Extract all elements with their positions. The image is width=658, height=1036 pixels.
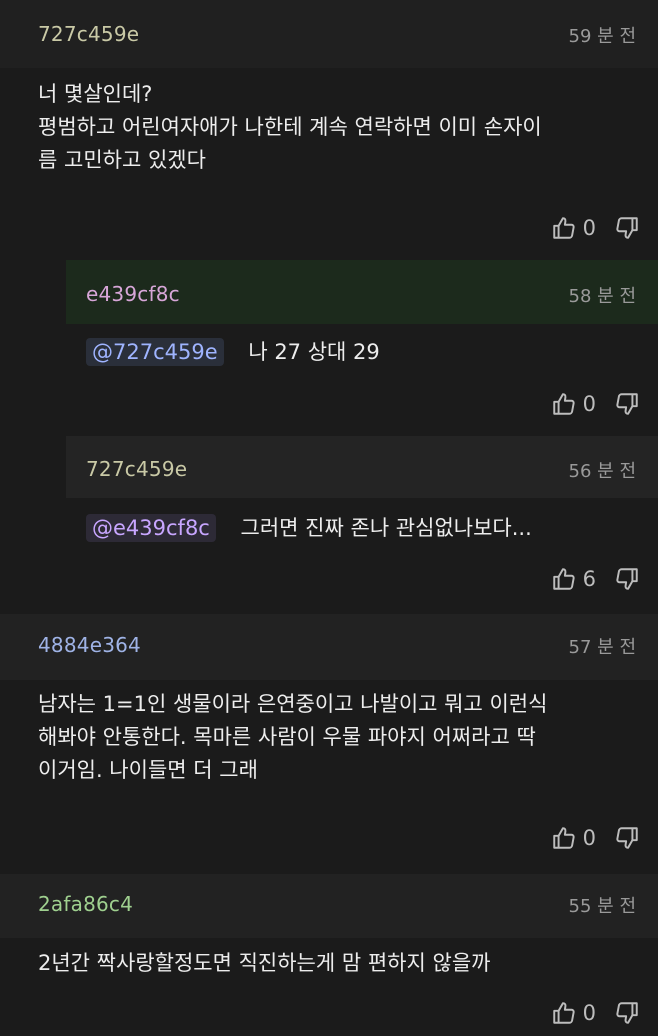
thumbs-up-icon [551, 566, 577, 592]
comment-time: 59 분 전 [568, 26, 636, 47]
thumbs-up-icon [551, 391, 577, 417]
comment-body: @e439cf8c 그러면 진짜 존나 관심없나보다... [86, 512, 634, 545]
thumbs-up-icon [551, 825, 577, 851]
thumbs-down-icon [614, 825, 640, 851]
comment-author[interactable]: 727c459e [38, 22, 139, 46]
like-button[interactable]: 0 [551, 215, 596, 241]
comment-line: 남자는 1=1인 생물이라 은연중이고 나발이고 뭐고 이런식 [38, 692, 548, 716]
comment-body: 너 몇살인데? 평범하고 어린여자애가 나한테 계속 연락하면 이미 손자이 름… [38, 78, 634, 177]
vote-controls: 0 [551, 823, 640, 853]
thumbs-down-icon [614, 566, 640, 592]
comment-line: 너 몇살인데? [38, 82, 153, 106]
dislike-button[interactable] [614, 1000, 640, 1026]
comment-text: 그러면 진짜 존나 관심없나보다... [240, 516, 532, 540]
thumbs-down-icon [614, 215, 640, 241]
comment-time: 58 분 전 [568, 286, 636, 307]
comment-text: 나 27 상대 29 [248, 340, 380, 364]
like-button[interactable]: 6 [551, 566, 596, 592]
comment-time: 57 분 전 [568, 637, 636, 658]
like-count: 0 [582, 392, 596, 416]
vote-controls: 0 [551, 389, 640, 419]
thumbs-down-icon [614, 1000, 640, 1026]
mention-tag[interactable]: @727c459e [86, 338, 224, 366]
comment-author[interactable]: 2afa86c4 [38, 892, 133, 916]
comment-line: 2년간 짝사랑할정도면 직진하는게 맘 편하지 않을까 [38, 951, 491, 975]
comment-author[interactable]: e439cf8c [86, 282, 180, 306]
like-button[interactable]: 0 [551, 391, 596, 417]
vote-controls: 0 [551, 213, 640, 243]
like-button[interactable]: 0 [551, 825, 596, 851]
mention-tag[interactable]: @e439cf8c [86, 514, 216, 542]
like-count: 0 [582, 1001, 596, 1025]
comment-time: 56 분 전 [568, 461, 636, 482]
thumbs-up-icon [551, 1000, 577, 1026]
vote-controls: 6 [551, 564, 640, 594]
dislike-button[interactable] [614, 215, 640, 241]
like-count: 0 [582, 826, 596, 850]
like-count: 6 [582, 567, 596, 591]
comment-body: 2년간 짝사랑할정도면 직진하는게 맘 편하지 않을까 [38, 947, 634, 980]
thumbs-up-icon [551, 215, 577, 241]
comment-line: 름 고민하고 있겠다 [38, 148, 206, 172]
like-count: 0 [582, 216, 596, 240]
vote-controls: 0 [551, 998, 640, 1028]
comment-line: 이거임. 나이들면 더 그래 [38, 758, 258, 782]
dislike-button[interactable] [614, 566, 640, 592]
comment-line: 평범하고 어린여자애가 나한테 계속 연락하면 이미 손자이 [38, 115, 542, 139]
comment-body: @727c459e 나 27 상대 29 [86, 336, 634, 369]
comment-line: 해봐야 안통한다. 목마른 사람이 우물 파야지 어쩌라고 딱 [38, 725, 536, 749]
comment-body: 남자는 1=1인 생물이라 은연중이고 나발이고 뭐고 이런식 해봐야 안통한다… [38, 688, 634, 787]
dislike-button[interactable] [614, 391, 640, 417]
comment-time: 55 분 전 [568, 896, 636, 917]
comment-author[interactable]: 4884e364 [38, 633, 141, 657]
thumbs-down-icon [614, 391, 640, 417]
dislike-button[interactable] [614, 825, 640, 851]
like-button[interactable]: 0 [551, 1000, 596, 1026]
comment-author[interactable]: 727c459e [86, 457, 187, 481]
